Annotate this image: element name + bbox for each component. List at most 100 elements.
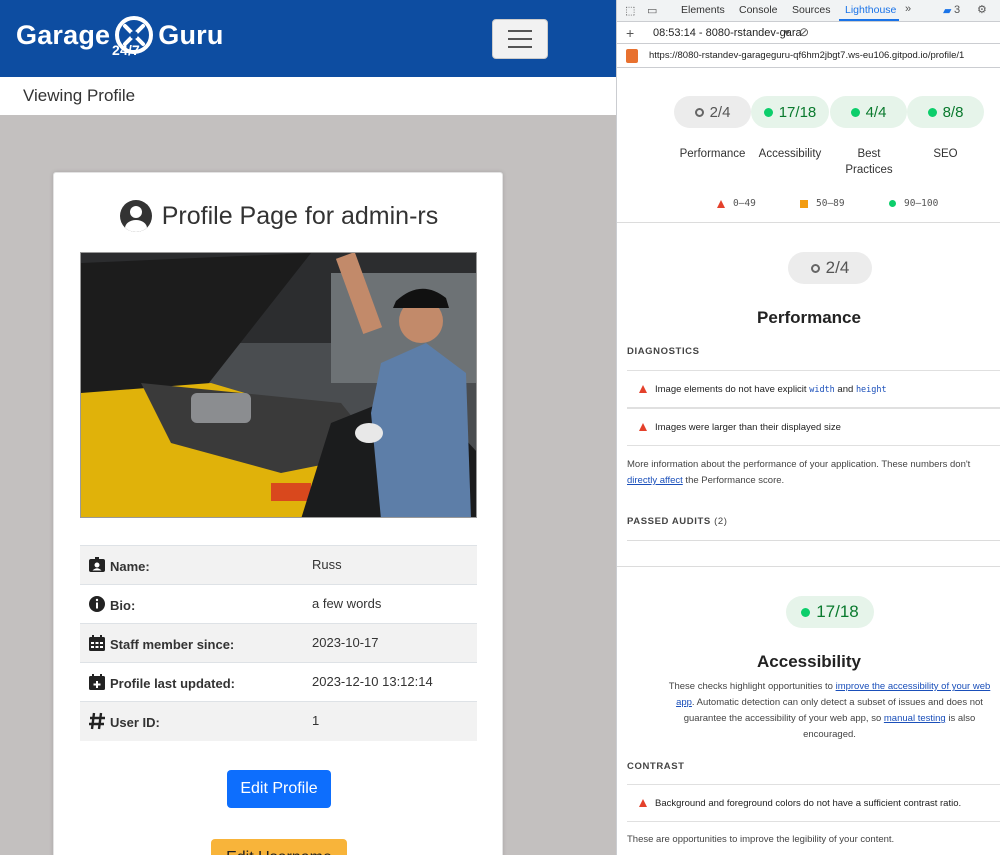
- passed-audits-count: (2): [714, 516, 728, 527]
- accessibility-description: These checks highlight opportunities to …: [667, 679, 992, 743]
- navbar: Garage Guru 24/7: [0, 0, 616, 77]
- bio-value: a few words: [312, 584, 477, 624]
- score-gauges: 2/4 17/18 4/4 8/8: [617, 96, 1000, 128]
- diagnostics-heading: DIAGNOSTICS: [627, 346, 700, 357]
- edit-profile-button[interactable]: Edit Profile: [227, 770, 331, 808]
- best-practices-label: Best Practices: [845, 148, 893, 176]
- field-label: Staff member since:: [80, 623, 312, 663]
- legend-average-text: 50–89: [816, 198, 845, 209]
- report-url-bar: https://8080-rstandev-garageguru-qf6hm2j…: [617, 44, 1000, 68]
- audit-code: width: [809, 384, 835, 395]
- seo-label: SEO: [933, 148, 958, 160]
- brand-left-text: Garage: [16, 19, 111, 50]
- page-header-bar: Viewing Profile: [0, 77, 616, 115]
- audit-item[interactable]: Background and foreground colors do not …: [627, 784, 1000, 822]
- last-updated-value: 2023-12-10 13:12:14: [312, 662, 477, 702]
- accessibility-section-title: Accessibility: [757, 652, 861, 671]
- info-text: the Performance score.: [682, 475, 785, 486]
- user-circle-icon: [119, 200, 152, 232]
- tab-sources[interactable]: Sources: [792, 4, 831, 16]
- field-label: Name:: [80, 545, 312, 585]
- brand-tagline: 24/7: [112, 42, 141, 58]
- last-updated-label: Profile last updated:: [110, 676, 235, 691]
- pass-dot-icon: [763, 107, 773, 117]
- pass-dot-icon: [927, 107, 937, 117]
- info-text: More information about the performance o…: [627, 459, 971, 470]
- name-label: Name:: [110, 559, 150, 574]
- field-label: Profile last updated:: [80, 662, 312, 702]
- report-selector[interactable]: 08:53:14 - 8080-rstandev-gara: [653, 27, 802, 39]
- new-report-plus-icon[interactable]: +: [626, 25, 634, 41]
- tab-elements[interactable]: Elements: [681, 4, 725, 16]
- performance-gauge[interactable]: 2/4: [674, 96, 751, 128]
- field-label: Bio:: [80, 584, 312, 624]
- performance-info-text: More information about the performance o…: [627, 457, 1000, 489]
- devtools-panel: ⬚ ▭ Elements Console Sources Lighthouse …: [616, 0, 1000, 855]
- pass-circle-icon: [889, 200, 896, 207]
- nav-toggle-button[interactable]: [492, 19, 548, 59]
- tab-console[interactable]: Console: [739, 4, 778, 16]
- legend-average: 50–89: [800, 198, 845, 209]
- issues-icon[interactable]: ▰: [943, 4, 951, 17]
- average-score-icon: [810, 263, 820, 273]
- audit-text: Image elements do not have explicit: [655, 383, 810, 395]
- audit-item[interactable]: Images were larger than their displayed …: [627, 408, 1000, 446]
- hamburger-line: [508, 46, 532, 48]
- page-title: Profile Page for admin-rs: [54, 200, 504, 232]
- tab-lighthouse[interactable]: Lighthouse: [845, 4, 896, 16]
- table-row: Staff member since: 2023-10-17: [80, 623, 477, 663]
- performance-section-score: 2/4: [825, 258, 850, 277]
- bio-label: Bio:: [110, 598, 136, 613]
- contrast-heading: CONTRAST: [627, 761, 685, 772]
- clear-reports-icon[interactable]: ⊘: [799, 25, 809, 39]
- inspect-element-icon[interactable]: ⬚: [625, 4, 635, 17]
- settings-gear-icon[interactable]: ⚙: [977, 3, 987, 16]
- hash-icon: [89, 713, 105, 730]
- audit-title: Image elements do not have explicit widt…: [655, 384, 887, 395]
- accessibility-score: 17/18: [778, 103, 817, 121]
- best-practices-gauge[interactable]: 4/4: [830, 96, 907, 128]
- table-row: User ID: 1: [80, 701, 477, 741]
- user-id-label: User ID:: [110, 715, 160, 731]
- fail-triangle-icon: [639, 385, 647, 393]
- name-value: Russ: [312, 545, 477, 585]
- divider: [617, 566, 1000, 567]
- hamburger-line: [508, 38, 532, 40]
- calendar-icon: [89, 635, 105, 651]
- divider: [627, 540, 1000, 541]
- profile-photo: [80, 252, 477, 518]
- passed-audits-heading[interactable]: PASSED AUDITS (2): [627, 516, 727, 527]
- performance-section-gauge: 2/4: [788, 252, 872, 284]
- average-square-icon: [800, 199, 808, 208]
- audit-code: height: [855, 384, 887, 395]
- device-toolbar-icon[interactable]: ▭: [647, 4, 657, 17]
- devtools-tab-bar: ⬚ ▭ Elements Console Sources Lighthouse …: [617, 0, 1000, 22]
- manual-testing-link[interactable]: manual testing: [884, 713, 946, 724]
- field-label: User ID:: [80, 701, 312, 741]
- contrast-footer-text: These are opportunities to improve the l…: [627, 834, 895, 845]
- chevron-down-icon[interactable]: ▾: [784, 26, 790, 39]
- active-tab-indicator: [839, 19, 899, 21]
- desc-text: These checks highlight opportunities to: [668, 681, 836, 692]
- pass-dot-icon: [850, 107, 860, 117]
- info-link[interactable]: directly affect: [627, 475, 683, 486]
- edit-username-button[interactable]: Edit Username: [211, 839, 347, 855]
- accessibility-gauge[interactable]: 17/18: [751, 96, 829, 128]
- info-icon: [89, 596, 105, 612]
- brand-logo[interactable]: Garage Guru 24/7: [16, 14, 224, 58]
- fail-triangle-icon: [639, 423, 647, 431]
- performance-label: Performance: [679, 148, 746, 160]
- report-url[interactable]: https://8080-rstandev-garageguru-qf6hm2j…: [649, 50, 964, 61]
- audit-item[interactable]: Image elements do not have explicit widt…: [627, 370, 1000, 408]
- more-tabs-chevron-icon[interactable]: »: [905, 3, 911, 15]
- profile-card: Profile Page for admin-rs Name: Russ Bio…: [53, 172, 503, 855]
- seo-gauge[interactable]: 8/8: [907, 96, 984, 128]
- brand-right-text: Guru: [158, 19, 224, 50]
- breadcrumb: Viewing Profile: [23, 86, 136, 105]
- staff-since-value: 2023-10-17: [312, 623, 477, 663]
- accessibility-section-gauge: 17/18: [786, 596, 874, 628]
- user-id-value: 1: [312, 701, 477, 741]
- audit-text: and: [834, 383, 856, 395]
- issues-count[interactable]: 3: [954, 4, 960, 16]
- best-practices-score: 4/4: [865, 103, 887, 121]
